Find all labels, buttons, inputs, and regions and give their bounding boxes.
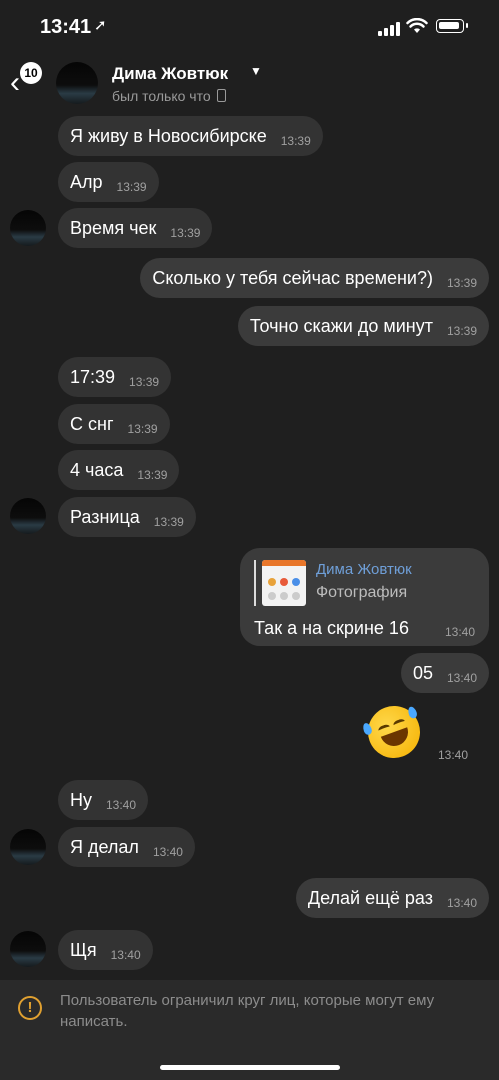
rolling-on-floor-laughing-emoji-icon[interactable] <box>360 698 428 766</box>
reply-type: Фотография <box>316 584 408 601</box>
sender-avatar[interactable] <box>10 498 46 534</box>
message-time: 13:40 <box>110 948 141 962</box>
message-text: Я живу в Новосибирске <box>70 125 267 146</box>
location-arrow-icon: ➚ <box>94 17 107 34</box>
message-text: 17:39 <box>70 366 116 387</box>
message-text: Сколько у тебя сейчас времени?) <box>152 267 433 288</box>
message-time: 13:40 <box>444 625 475 639</box>
message-bubble[interactable]: 4 часа 13:39 <box>58 450 180 490</box>
message-time: 13:39 <box>170 226 201 240</box>
message-time: 13:39 <box>280 134 311 148</box>
message-time: 13:39 <box>137 468 168 482</box>
message-time: 13:39 <box>129 375 160 389</box>
reply-message-bubble[interactable]: Дима Жовтюк Фотография Так а на скрине 1… <box>240 548 489 646</box>
phone-device-icon <box>216 89 226 102</box>
battery-icon <box>436 19 468 33</box>
reply-quote-bar <box>254 560 256 606</box>
message-bubble[interactable]: Делай ещё раз 13:40 <box>295 878 489 918</box>
message-time: 13:40 <box>438 748 469 762</box>
message-text: 05 <box>412 662 433 683</box>
message-bubble[interactable]: Алр 13:39 <box>58 162 159 202</box>
chevron-down-icon[interactable]: ▼ <box>250 64 262 78</box>
message-text: Ну <box>70 789 92 810</box>
message-time: 13:39 <box>127 422 158 436</box>
contact-status: был только что <box>112 88 226 104</box>
sender-avatar[interactable] <box>10 829 46 865</box>
message-text: Время чек <box>70 217 157 238</box>
chat-header: ‹ 10 Дима Жовтюк ▼ был только что <box>0 56 499 112</box>
message-time: 13:40 <box>152 845 183 859</box>
sender-avatar[interactable] <box>10 210 46 246</box>
message-time: 13:39 <box>446 324 477 338</box>
message-time: 13:39 <box>116 180 147 194</box>
contact-name[interactable]: Дима Жовтюк <box>112 64 228 84</box>
unread-badge: 10 <box>20 62 42 84</box>
message-bubble[interactable]: Щя 13:40 <box>58 930 153 970</box>
home-indicator[interactable] <box>160 1065 340 1070</box>
message-text: С снг <box>70 413 114 434</box>
message-time: 13:40 <box>446 671 477 685</box>
warning-icon: ! <box>18 996 42 1020</box>
message-text: 4 часа <box>70 459 124 480</box>
message-bubble[interactable]: С снг 13:39 <box>58 404 170 444</box>
back-icon[interactable]: ‹ <box>10 68 20 98</box>
restriction-text: Пользователь ограничил круг лиц, которые… <box>60 992 435 1030</box>
message-text: Я делал <box>70 836 139 857</box>
message-bubble[interactable]: Сколько у тебя сейчас времени?) 13:39 <box>140 258 489 298</box>
message-text: Алр <box>70 171 103 192</box>
message-bubble[interactable]: Разница 13:39 <box>58 497 196 537</box>
contact-avatar[interactable] <box>56 62 98 104</box>
reply-author: Дима Жовтюк <box>316 561 412 578</box>
message-text: Делай ещё раз <box>307 887 433 908</box>
message-text: Точно скажи до минут <box>249 315 433 336</box>
status-time: 13:41 <box>40 16 92 38</box>
message-bubble[interactable]: 05 13:40 <box>400 653 489 693</box>
message-bubble[interactable]: Я делал 13:40 <box>58 827 195 867</box>
wifi-icon <box>406 18 428 33</box>
message-bubble[interactable]: Точно скажи до минут 13:39 <box>237 306 489 346</box>
message-text: Так а на скрине 16 <box>254 618 409 638</box>
message-time: 13:40 <box>106 798 137 812</box>
message-bubble[interactable]: 17:39 13:39 <box>58 357 172 397</box>
message-bubble[interactable]: Я живу в Новосибирске 13:39 <box>58 116 323 156</box>
message-time: 13:39 <box>153 515 184 529</box>
message-time: 13:39 <box>446 276 477 290</box>
message-time: 13:40 <box>446 896 477 910</box>
message-text: Щя <box>70 939 97 960</box>
message-bubble[interactable]: Ну 13:40 <box>58 780 149 820</box>
sender-avatar[interactable] <box>10 931 46 967</box>
status-bar: 13:41 ➚ <box>0 0 499 56</box>
message-text: Разница <box>70 506 140 527</box>
message-bubble[interactable]: Время чек 13:39 <box>58 208 213 248</box>
cellular-signal-icon <box>378 22 400 36</box>
photo-thumbnail[interactable] <box>262 560 306 606</box>
